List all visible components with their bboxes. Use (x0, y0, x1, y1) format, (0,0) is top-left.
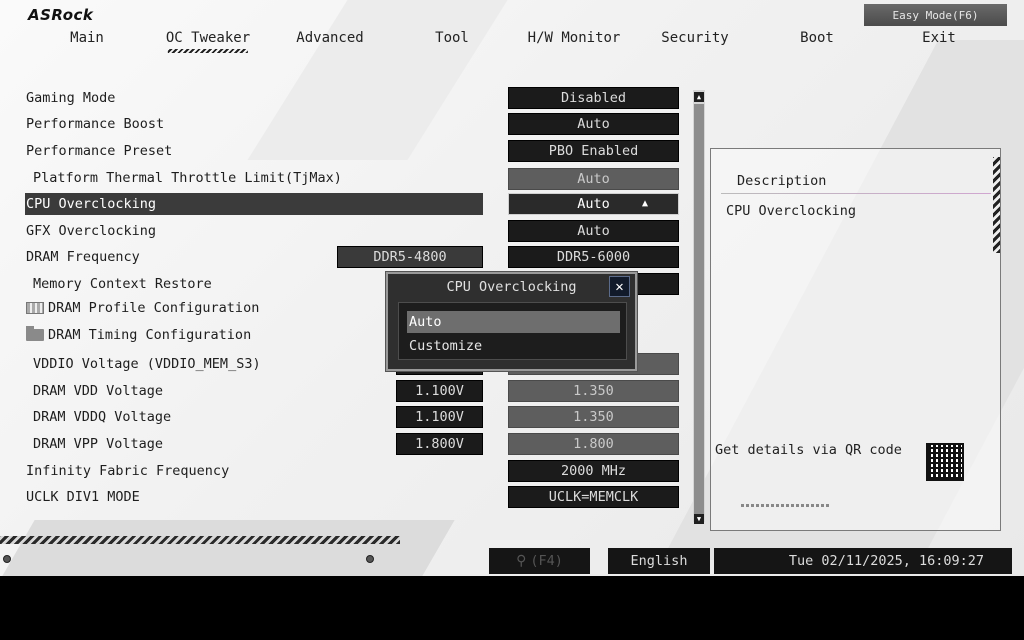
dram-vdd-voltage-value[interactable]: 1.350 (508, 380, 679, 402)
menu-bar: Main OC Tweaker Advanced Tool H/W Monito… (0, 30, 1024, 54)
description-title: Description (737, 173, 827, 189)
setting-uclk-div1-mode[interactable]: UCLK DIV1 MODE (26, 486, 484, 508)
search-button[interactable]: ⚲ (F4) (489, 548, 590, 574)
folder-icon (26, 326, 44, 341)
dram-vdd-voltage-current: 1.100V (396, 380, 483, 402)
tab-oc-tweaker[interactable]: OC Tweaker (166, 30, 250, 53)
popup-title: CPU Overclocking (446, 279, 577, 295)
description-text: CPU Overclocking (726, 203, 857, 219)
background-wedge (0, 520, 455, 576)
setting-infinity-fabric-frequency[interactable]: Infinity Fabric Frequency (26, 460, 484, 482)
mouse-cursor-icon: ▲ (642, 198, 649, 209)
cpu-overclocking-popup: CPU Overclocking ✕ Auto Customize (386, 272, 637, 371)
setting-platform-thermal-throttle-limit[interactable]: Platform Thermal Throttle Limit(TjMax) (33, 167, 491, 189)
gaming-mode-value[interactable]: Disabled (508, 87, 679, 109)
uclk-div1-mode-value[interactable]: UCLK=MEMCLK (508, 486, 679, 508)
gfx-overclocking-value[interactable]: Auto (508, 220, 679, 242)
dram-vpp-voltage-value[interactable]: 1.800 (508, 433, 679, 455)
decorative-hatch (993, 157, 1000, 253)
memory-module-icon (26, 302, 44, 314)
asrock-logo: ASRock (28, 6, 94, 24)
popup-option-customize[interactable]: Customize (407, 335, 620, 357)
easy-mode-button[interactable]: Easy Mode(F6) (864, 4, 1007, 26)
dram-frequency-current: DDR5-4800 (337, 246, 483, 268)
popup-option-list: Auto Customize (398, 302, 627, 360)
cpu-overclocking-value[interactable]: Auto ▲ (508, 193, 679, 215)
tab-tool[interactable]: Tool (435, 30, 469, 46)
qr-code-icon (926, 443, 964, 481)
description-divider (721, 193, 991, 194)
setting-performance-boost[interactable]: Performance Boost (26, 113, 484, 135)
search-icon: ⚲ (516, 553, 527, 569)
settings-scrollbar[interactable]: ▲ ▼ (693, 90, 705, 524)
datetime-display: Tue 02/11/2025, 16:09:27 (714, 548, 1012, 574)
cpu-overclocking-value-text: Auto (577, 196, 610, 212)
setting-gaming-mode[interactable]: Gaming Mode (26, 87, 484, 109)
tab-main[interactable]: Main (70, 30, 104, 46)
setting-gfx-overclocking[interactable]: GFX Overclocking (26, 220, 484, 242)
setting-performance-preset[interactable]: Performance Preset (26, 140, 484, 162)
language-button[interactable]: English (608, 548, 710, 574)
background-wedge (247, 0, 533, 160)
tab-security[interactable]: Security (661, 30, 728, 46)
scroll-down-icon[interactable]: ▼ (694, 514, 704, 524)
bios-screen: ASRock Easy Mode(F6) Main OC Tweaker Adv… (0, 0, 1024, 576)
qr-code-label: Get details via QR code (715, 442, 902, 458)
screw-icon (366, 555, 374, 563)
tab-exit[interactable]: Exit (922, 30, 956, 46)
setting-cpu-overclocking[interactable]: CPU Overclocking (25, 193, 483, 215)
performance-boost-value[interactable]: Auto (508, 113, 679, 135)
infinity-fabric-frequency-value[interactable]: 2000 MHz (508, 460, 679, 482)
platform-thermal-throttle-limit-value[interactable]: Auto (508, 168, 679, 190)
decorative-rail (0, 536, 400, 544)
performance-preset-value[interactable]: PBO Enabled (508, 140, 679, 162)
dram-vddq-voltage-value[interactable]: 1.350 (508, 406, 679, 428)
tab-advanced[interactable]: Advanced (296, 30, 363, 46)
dram-vddq-voltage-current: 1.100V (396, 406, 483, 428)
popup-option-auto[interactable]: Auto (407, 311, 620, 333)
screw-icon (3, 555, 11, 563)
dram-vpp-voltage-current: 1.800V (396, 433, 483, 455)
scroll-thumb[interactable] (694, 104, 704, 514)
dram-frequency-value[interactable]: DDR5-6000 (508, 246, 679, 268)
search-shortcut-label: (F4) (530, 553, 563, 569)
tab-boot[interactable]: Boot (800, 30, 834, 46)
close-icon[interactable]: ✕ (609, 276, 630, 297)
scroll-up-icon[interactable]: ▲ (694, 92, 704, 102)
dram-profile-configuration-label: DRAM Profile Configuration (48, 300, 260, 316)
description-panel: Description CPU Overclocking Get details… (710, 148, 1001, 531)
tab-hw-monitor[interactable]: H/W Monitor (528, 30, 621, 46)
dram-timing-configuration-label: DRAM Timing Configuration (48, 327, 252, 343)
decorative-hatch (741, 504, 831, 507)
